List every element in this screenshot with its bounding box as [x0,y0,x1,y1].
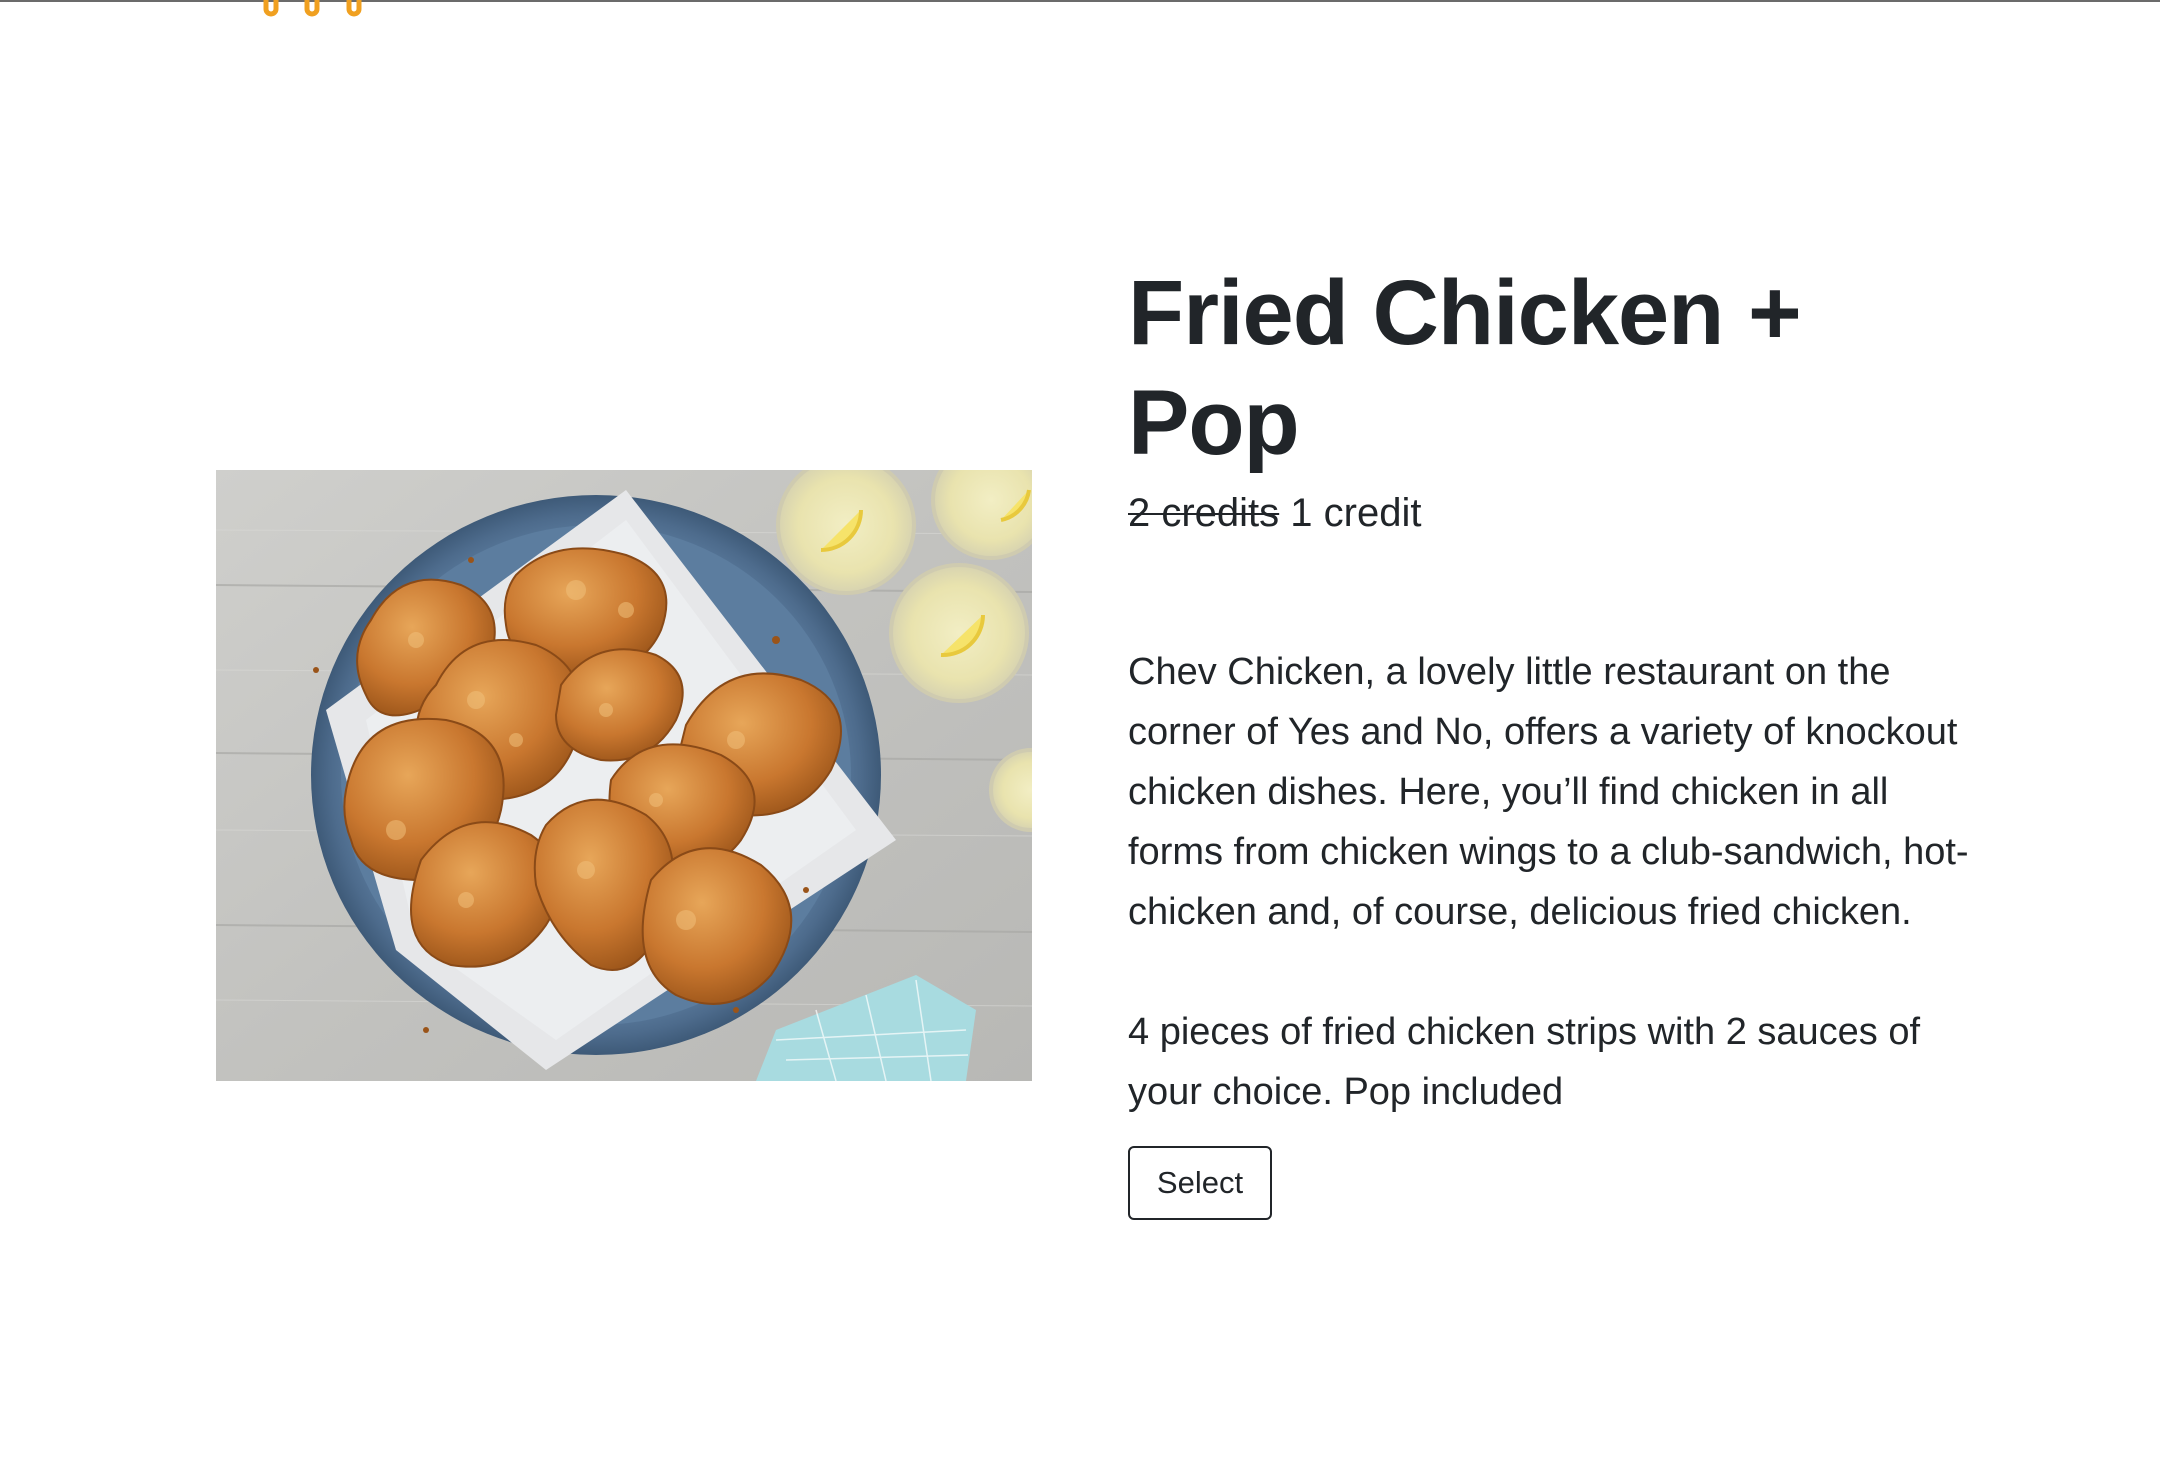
restaurant-description: Chev Chicken, a lovely little restaurant… [1128,651,1969,933]
product-title: Fried Chicken + Pop [1128,262,1802,474]
product-image [216,470,1032,1081]
meal-details: 4 pieces of fried chicken strips with 2 … [1128,1011,1921,1113]
logo-icon[interactable] [260,0,370,20]
product-page: Fried Chicken + Pop 2 credits 1 credit C… [0,0,2160,1463]
discounted-price: 1 credit [1290,491,1422,535]
original-price: 2 credits [1128,491,1280,535]
select-button[interactable]: Select [1128,1146,1272,1220]
product-details: Fried Chicken + Pop 2 credits 1 credit C… [1128,258,1988,1220]
price: 2 credits 1 credit [1128,488,1988,538]
